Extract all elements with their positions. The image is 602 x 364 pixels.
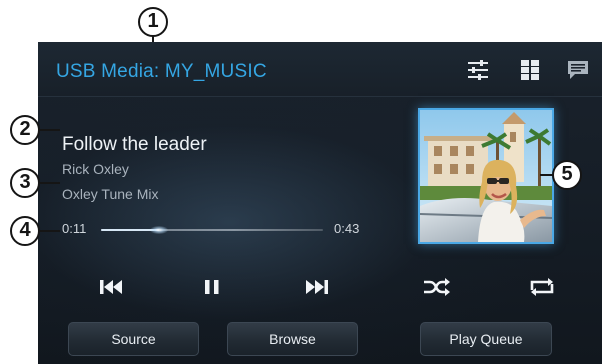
callout-1: 1: [138, 7, 168, 37]
repeat-icon[interactable]: [524, 274, 560, 300]
album-art[interactable]: [418, 108, 554, 244]
callout-leader-4: [40, 230, 60, 232]
next-track-icon[interactable]: [298, 274, 334, 300]
callout-leader-2: [40, 129, 60, 131]
message-icon[interactable]: [566, 58, 590, 82]
source-title: USB Media: MY_MUSIC: [56, 61, 267, 82]
elapsed-time: 0:11: [62, 221, 87, 236]
shuffle-icon[interactable]: [418, 274, 454, 300]
callout-2: 2: [10, 115, 40, 145]
media-player-screen: USB Media: MY_MUSIC Follow the leader Ri…: [38, 42, 602, 364]
figure: 1 USB Media: MY_MUSIC Follow the leader …: [0, 0, 602, 364]
equalizer-icon[interactable]: [466, 58, 490, 82]
browse-button[interactable]: Browse: [227, 322, 358, 356]
track-artist: Rick Oxley: [62, 161, 129, 177]
previous-track-icon[interactable]: [94, 274, 130, 300]
callout-leader-3: [40, 182, 60, 184]
callout-4: 4: [10, 216, 40, 246]
pause-icon[interactable]: [194, 274, 230, 300]
total-time: 0:43: [334, 221, 360, 236]
track-album: Oxley Tune Mix: [62, 186, 159, 202]
callout-3: 3: [10, 168, 40, 198]
play-queue-button[interactable]: Play Queue: [420, 322, 552, 356]
progress-bar[interactable]: [101, 226, 323, 234]
grid-icon[interactable]: [518, 58, 542, 82]
progress-handle[interactable]: [149, 226, 168, 234]
callout-5: 5: [552, 160, 582, 190]
source-button[interactable]: Source: [68, 322, 199, 356]
track-title: Follow the leader: [62, 134, 207, 155]
header-bar: USB Media: MY_MUSIC: [38, 42, 602, 97]
